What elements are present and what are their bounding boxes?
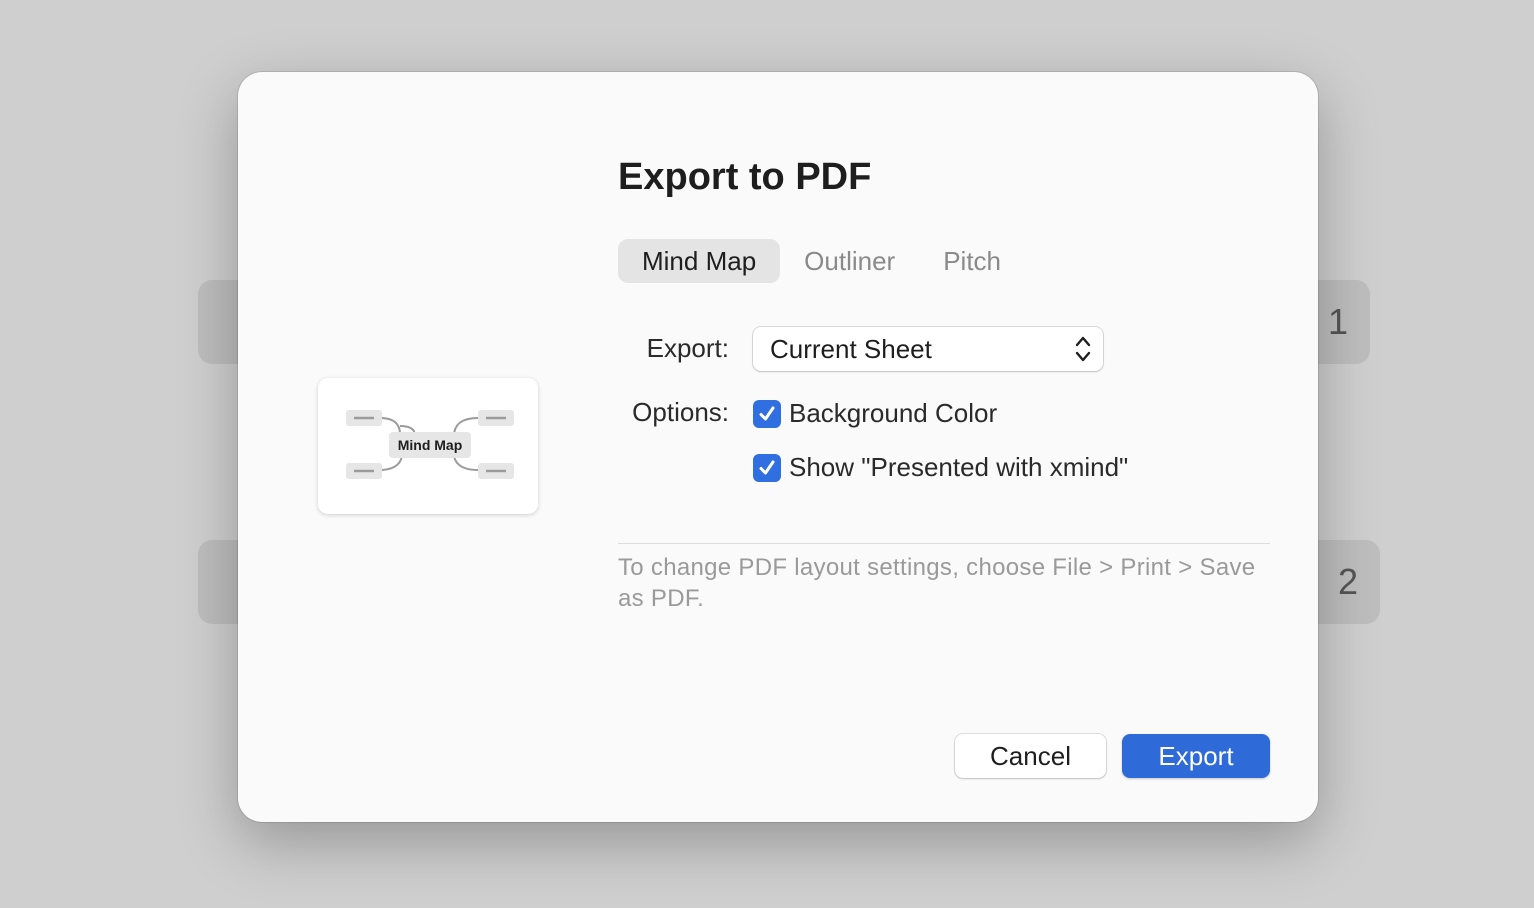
background-color-option[interactable]: Background Color [753, 398, 997, 429]
background-color-label: Background Color [789, 398, 998, 428]
background-card-number: 1 [1327, 301, 1348, 342]
export-scope-select[interactable]: Current Sheet [753, 327, 1103, 371]
export-label: Export: [646, 333, 729, 363]
cancel-button[interactable]: Cancel [955, 734, 1106, 778]
export-scope-value: Current Sheet [770, 334, 932, 364]
mind-map-preview: Mind Map [318, 378, 538, 514]
background-color-checkbox[interactable] [753, 399, 781, 428]
export-button[interactable]: Export [1122, 734, 1270, 778]
export-dialog: Mind Map Export to PDF Mind Map Outliner… [238, 72, 1318, 822]
branch-line [379, 417, 401, 435]
presented-with-option[interactable]: Show "Presented with xmind" [753, 452, 1128, 483]
pdf-layout-hint: To change PDF layout settings, choose Fi… [618, 554, 1256, 612]
export-format-tabs: Mind Map Outliner Pitch [618, 239, 1025, 283]
checkmark-icon [759, 460, 775, 474]
dialog-title: Export to PDF [618, 156, 872, 198]
presented-with-checkbox[interactable] [753, 453, 781, 482]
presented-with-label: Show "Presented with xmind" [789, 452, 1129, 482]
tab-outliner[interactable]: Outliner [780, 239, 919, 283]
chevron-up-down-icon [1075, 333, 1091, 370]
divider [618, 543, 1270, 544]
tab-mind-map[interactable]: Mind Map [618, 239, 781, 283]
checkmark-icon [759, 406, 775, 420]
options-label: Options: [632, 397, 729, 427]
mind-map-preview-graphic: Mind Map [346, 410, 514, 479]
background-card-number: 2 [1337, 561, 1358, 602]
tab-pitch[interactable]: Pitch [919, 239, 1025, 283]
central-topic-label: Mind Map [398, 437, 463, 453]
